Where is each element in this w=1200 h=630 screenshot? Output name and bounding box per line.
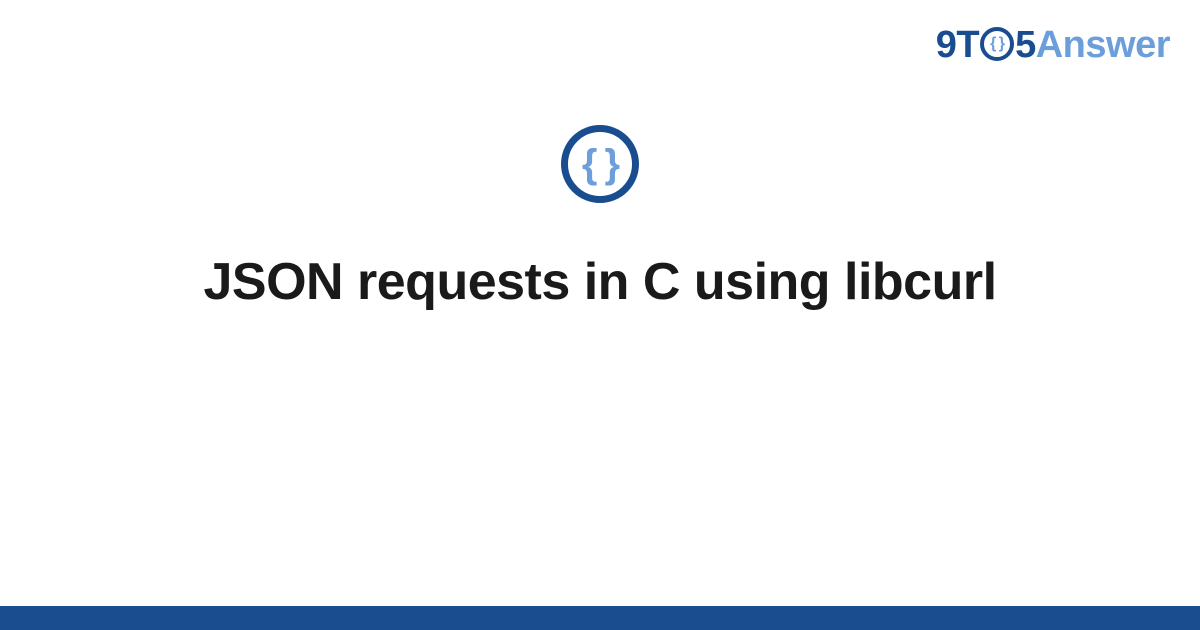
logo-text-9t: 9T: [936, 24, 979, 67]
site-logo[interactable]: 9T { } 5 Answer: [936, 24, 1170, 67]
logo-text-5: 5: [1015, 24, 1036, 67]
main-content: { } JSON requests in C using libcurl: [0, 125, 1200, 313]
logo-o-braces-icon: { }: [990, 36, 1004, 52]
logo-o-ring-icon: { }: [980, 27, 1014, 61]
page-title: JSON requests in C using libcurl: [203, 251, 996, 313]
logo-text-answer: Answer: [1036, 24, 1170, 67]
footer-band: [0, 606, 1200, 630]
json-braces-icon: { }: [582, 144, 618, 184]
topic-badge: { }: [561, 125, 639, 203]
